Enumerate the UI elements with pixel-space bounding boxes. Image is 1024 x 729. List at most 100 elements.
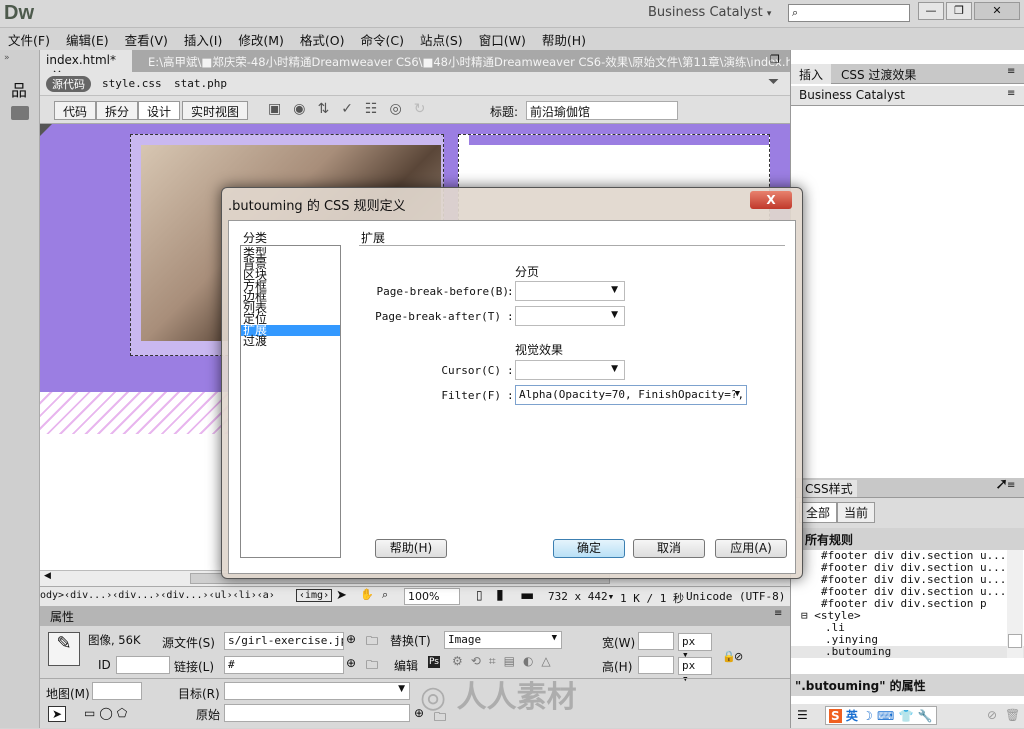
tab-index-html[interactable]: index.html* ×	[40, 50, 132, 81]
menu-format[interactable]: 格式(O)	[292, 28, 353, 50]
circle-hotspot-icon[interactable]: ◯	[99, 706, 116, 720]
ime-toolbar[interactable]: S 英 ☽ ⌨ 👕 🔧	[825, 706, 937, 725]
category-view-icon[interactable]: ☰	[797, 708, 808, 722]
minimize-button[interactable]: —	[918, 2, 944, 20]
trash-icon[interactable]: 🗑	[1005, 708, 1020, 722]
workspace-switcher[interactable]: Business Catalyst ▾	[648, 5, 771, 20]
crop-icon[interactable]: ⌗	[489, 654, 504, 668]
help-button[interactable]: 帮助(H)	[375, 539, 447, 558]
point-to-file-icon[interactable]: ⊕	[346, 632, 356, 646]
width-input[interactable]	[638, 632, 674, 650]
inspect-icon[interactable]: ◎	[389, 101, 413, 117]
page-break-before-select[interactable]: ▼	[515, 281, 625, 301]
cursor-select[interactable]: ▼	[515, 360, 625, 380]
menu-window[interactable]: 窗口(W)	[471, 28, 534, 50]
rect-hotspot-icon[interactable]: ▭	[84, 706, 99, 720]
cancel-button[interactable]: 取消	[633, 539, 705, 558]
tag-selector[interactable]: ody>‹div...›‹div...›‹div...›‹ul›‹li›‹a›	[40, 590, 275, 601]
resample-icon[interactable]: ▤	[504, 654, 523, 668]
restore-document-icon[interactable]: ❐	[770, 53, 780, 66]
w3c-validation-icon[interactable]: ✓	[341, 101, 365, 117]
zoom-select[interactable]: 100%	[404, 588, 460, 605]
filter-combobox[interactable]: Alpha(Opacity=70, FinishOpacity=?, ▼	[515, 385, 747, 405]
menu-site[interactable]: 站点(S)	[412, 28, 471, 50]
tab-all[interactable]: 全部	[799, 502, 838, 523]
disable-icon[interactable]: ⊘	[987, 708, 997, 722]
panel-menu-icon[interactable]: ≡	[774, 608, 782, 619]
tab-current[interactable]: 当前	[837, 502, 876, 523]
panel-menu-icon[interactable]: ≡	[1007, 66, 1015, 77]
tab-css-transitions[interactable]: CSS 过渡效果	[837, 66, 920, 83]
related-style-css[interactable]: style.css	[102, 77, 162, 90]
restore-button[interactable]: ❐	[946, 2, 972, 20]
tablet-size-icon[interactable]: ▮	[496, 587, 504, 603]
menu-insert[interactable]: 插入(I)	[176, 28, 230, 50]
optimize-icon[interactable]: ⚙	[452, 654, 471, 668]
split-view-button[interactable]: 拆分	[96, 101, 139, 120]
help-search-input[interactable]: ⌕	[788, 4, 910, 22]
menu-edit[interactable]: 编辑(E)	[58, 28, 117, 50]
brightness-icon[interactable]: ◐	[523, 654, 541, 668]
height-input[interactable]	[638, 656, 674, 674]
refresh-icon[interactable]: ↻	[414, 101, 438, 117]
panel-menu-icon[interactable]: ≡	[1007, 88, 1015, 99]
height-unit-select[interactable]: px ▾	[678, 657, 712, 685]
tab-business-catalyst[interactable]: Business Catalyst	[799, 88, 905, 102]
rules-scrollbar[interactable]	[1007, 550, 1023, 658]
rule-item-butouming[interactable]: .butouming	[791, 646, 1024, 658]
site-map-icon[interactable]: 品	[11, 77, 27, 101]
menu-view[interactable]: 查看(V)	[117, 28, 176, 50]
hand-tool-icon[interactable]: ✋	[360, 588, 374, 601]
original-input[interactable]	[224, 704, 410, 722]
sharpen-icon[interactable]: △	[541, 654, 558, 668]
src-input[interactable]: s/girl-exercise.jpg	[224, 632, 344, 650]
pointer-tool-icon[interactable]: ➤	[336, 588, 347, 603]
apply-button[interactable]: 应用(A)	[715, 539, 787, 558]
scroll-thumb[interactable]	[1008, 634, 1022, 648]
browse-folder-icon[interactable]: 🗀	[366, 632, 378, 653]
menu-commands[interactable]: 命令(C)	[353, 28, 412, 50]
photoshop-icon[interactable]: Ps	[428, 656, 440, 668]
code-view-button[interactable]: 代码	[54, 101, 97, 120]
category-transition[interactable]: 过渡	[241, 335, 340, 347]
map-input[interactable]	[92, 682, 142, 700]
window-size[interactable]: 732 x 442▾	[548, 590, 614, 603]
filter-icon[interactable]: ⏷	[768, 74, 779, 90]
polygon-hotspot-icon[interactable]: ⬠	[117, 706, 131, 720]
ok-button[interactable]: 确定	[553, 539, 625, 558]
dialog-close-button[interactable]: X	[750, 191, 792, 209]
alt-input[interactable]: Image ▼	[444, 631, 562, 649]
link-browse-folder-icon[interactable]: 🗀	[366, 656, 378, 677]
hotspot-pointer-icon[interactable]: ➤	[48, 706, 67, 722]
scroll-left-icon[interactable]: ◀	[44, 571, 51, 581]
menu-file[interactable]: 文件(F)	[0, 28, 58, 50]
desktop-size-icon[interactable]: ▬	[520, 586, 534, 604]
file-management-icon[interactable]: ⇅	[317, 101, 341, 117]
related-source-code[interactable]: 源代码	[46, 76, 91, 92]
id-input[interactable]	[116, 656, 170, 674]
reset-size-icon[interactable]: ⊘	[734, 650, 743, 663]
menu-help[interactable]: 帮助(H)	[534, 28, 594, 50]
link-input[interactable]: #	[224, 656, 344, 674]
menu-modify[interactable]: 修改(M)	[230, 28, 292, 50]
width-unit-select[interactable]: px ▾	[678, 633, 712, 661]
tab-insert[interactable]: 插入	[791, 64, 832, 84]
assets-briefcase-icon[interactable]	[11, 106, 29, 120]
close-window-button[interactable]: ✕	[974, 2, 1020, 20]
update-icon[interactable]: ⟲	[471, 654, 489, 668]
tag-img[interactable]: ‹img›	[296, 589, 333, 602]
mobile-size-icon[interactable]: ▯	[476, 588, 483, 602]
browser-preview-icon[interactable]: ◉	[293, 101, 317, 117]
link-point-to-file-icon[interactable]: ⊕	[346, 656, 356, 670]
zoom-tool-icon[interactable]: ⌕	[382, 588, 388, 602]
design-view-button[interactable]: 设计	[138, 101, 181, 120]
visual-aids-icon[interactable]: ☷	[365, 101, 390, 117]
target-select[interactable]: ▼	[224, 682, 410, 700]
collapse-icon[interactable]: ⊟	[801, 609, 808, 622]
live-view-button[interactable]: 实时视图	[182, 101, 249, 120]
expand-panels-icon[interactable]: »	[4, 53, 10, 63]
tab-css-styles[interactable]: CSS样式	[801, 480, 857, 497]
page-title-input[interactable]: 前沿瑜伽馆	[526, 101, 678, 120]
multiscreen-icon[interactable]: ▣	[268, 101, 293, 117]
page-break-after-select[interactable]: ▼	[515, 306, 625, 326]
